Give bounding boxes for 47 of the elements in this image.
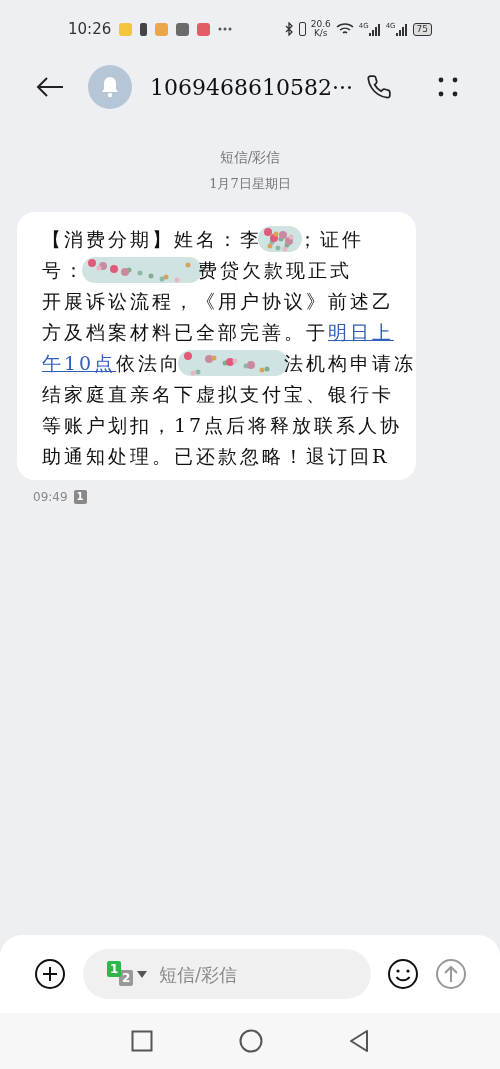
- message-text: 方及档案材料已全部完善。于: [42, 319, 328, 345]
- more-icon: [218, 27, 233, 31]
- caret-icon: [136, 970, 147, 978]
- message-text: 【消费分期】姓名：李: [42, 226, 262, 252]
- app-icon: [197, 22, 211, 36]
- net-speed: 20.6: [310, 20, 331, 29]
- app-icon: [119, 22, 133, 36]
- message-text: 等账户划扣，17点后将释放联系人协: [42, 412, 403, 438]
- status-time: 10:26: [68, 18, 112, 40]
- menu-button[interactable]: [436, 75, 460, 99]
- app-icon: [155, 22, 169, 36]
- send-button[interactable]: [435, 958, 467, 990]
- message-time: 09:49: [33, 488, 68, 506]
- message-link[interactable]: 午10点: [42, 348, 117, 378]
- message-text: 助通知处理。已还款忽略！退订回R: [42, 443, 390, 469]
- battery-icon: [298, 22, 306, 36]
- wifi-icon: [335, 22, 354, 36]
- call-button[interactable]: [364, 72, 394, 102]
- add-button[interactable]: [33, 957, 67, 991]
- message-date: 1月7日星期日: [209, 175, 291, 193]
- signal-icon: [395, 22, 408, 36]
- message-text: 号：: [42, 257, 86, 283]
- channel-label: 短信/彩信: [219, 148, 281, 167]
- bluetooth-icon: [284, 22, 294, 36]
- message-text: ；证件: [298, 226, 364, 252]
- message-text: 依法向: [116, 350, 183, 376]
- redaction-mark: [258, 224, 302, 254]
- signal-icon: [368, 22, 381, 36]
- back-nav-button[interactable]: [349, 1029, 369, 1053]
- bell-icon: [100, 76, 120, 98]
- message-text: 开展诉讼流程，《用户协议》前述乙: [42, 288, 394, 314]
- message-link[interactable]: 明日上: [328, 317, 394, 347]
- battery-alert-icon: [140, 22, 148, 36]
- sim-badge: 1: [73, 489, 87, 504]
- recents-button[interactable]: [131, 1030, 153, 1052]
- sim-badge[interactable]: 1: [106, 961, 122, 977]
- message-text: 费贷欠款现正式: [198, 257, 352, 283]
- contact-number: 1069468610582···: [150, 73, 353, 102]
- home-button[interactable]: [239, 1029, 263, 1053]
- app-icon: [176, 22, 190, 36]
- net-speed-unit: K/s: [313, 29, 328, 38]
- emoji-button[interactable]: [387, 958, 419, 990]
- message-field[interactable]: 短信/彩信: [158, 960, 339, 988]
- battery-level: 75: [412, 22, 432, 36]
- message-text: 结家庭直亲名下虚拟支付宝、银行卡: [42, 381, 394, 407]
- message-text: 法机构申请冻: [284, 350, 417, 376]
- message-input[interactable]: 1 2 短信/彩信: [82, 949, 371, 999]
